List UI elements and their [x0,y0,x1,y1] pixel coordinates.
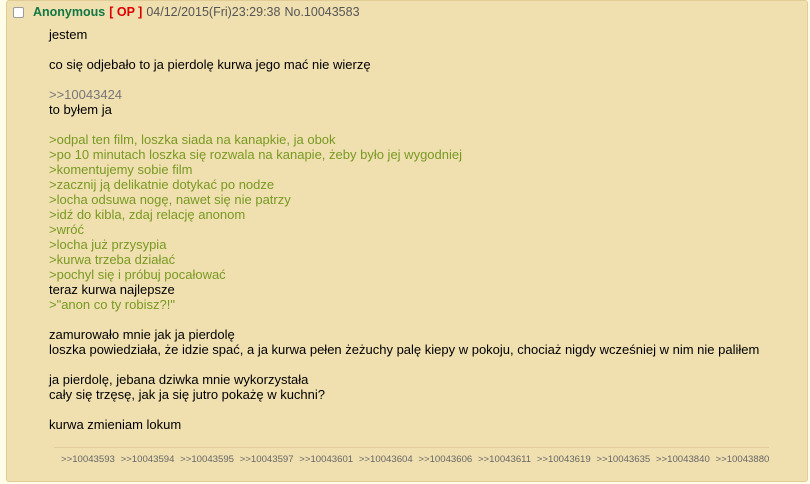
backlink[interactable]: >>10043606 [418,454,472,465]
greentext-line: >zacznij ją delikatnie dotykać po nodze [49,177,275,192]
greentext-line: >idź do kibla, zdaj relację anonom [49,207,246,222]
backlink[interactable]: >>10043594 [121,454,175,465]
greentext-line: >po 10 minutach loszka się rozwala na ka… [49,147,462,162]
text-line: loszka powiedziała, że idzie spać, a ja … [49,342,760,357]
greentext-line: >"anon co ty robisz?!" [49,297,175,312]
text-line: teraz kurwa najlepsze [49,282,175,297]
post-body: jestem co się odjebało to ja pierdolę ku… [49,27,789,432]
greentext-line: >pochyl się i próbuj pocałować [49,267,226,282]
quote-link[interactable]: >>10043424 [49,87,789,102]
greentext-line: >wróć [49,222,85,237]
text-line: to byłem ja [49,102,112,117]
backlink[interactable]: >>10043840 [656,454,710,465]
greentext-line: >locha odsuwa nogę, nawet się nie patrzy [49,192,291,207]
backlink[interactable]: >>10043593 [61,454,115,465]
text-line: cały się trzęsę, jak ja się jutro pokażę… [49,387,326,402]
backlink[interactable]: >>10043597 [240,454,294,465]
backlinks: >>10043593 >>10043594 >>10043595 >>10043… [61,454,772,465]
backlinks-divider [54,447,769,448]
text-line: zamurowało mnie jak ja pierdolę [49,327,235,342]
poster-name: Anonymous [33,5,106,19]
text-line: ja pierdolę, jebana dziwka mnie wykorzys… [49,372,309,387]
backlink[interactable]: >>10043611 [478,454,531,465]
backlink[interactable]: >>10043635 [596,454,650,465]
backlink[interactable]: >>10043601 [299,454,353,465]
post-date: 04/12/2015(Fri)23:29:38 [146,5,281,19]
backlink[interactable]: >>10043595 [180,454,234,465]
greentext-line: >komentujemy sobie film [49,162,193,177]
text-line: jestem [49,27,88,42]
post-header: Anonymous [ OP ] 04/12/2015(Fri)23:29:38… [13,5,360,19]
op-tag: [ OP ] [109,5,143,19]
post-number-link[interactable]: No.10043583 [284,5,359,19]
backlink[interactable]: >>10043880 [715,454,769,465]
greentext-line: >odpal ten film, loszka siada na kanapki… [49,132,336,147]
text-line: kurwa zmieniam lokum [49,417,182,432]
greentext-line: >locha już przysypia [49,237,167,252]
post-select-checkbox[interactable] [13,6,24,18]
thread-post: Anonymous [ OP ] 04/12/2015(Fri)23:29:38… [6,0,808,482]
backlink[interactable]: >>10043604 [359,454,413,465]
text-line: co się odjebało to ja pierdolę kurwa jeg… [49,57,371,72]
greentext-line: >kurwa trzeba działać [49,252,176,267]
backlink[interactable]: >>10043619 [537,454,591,465]
